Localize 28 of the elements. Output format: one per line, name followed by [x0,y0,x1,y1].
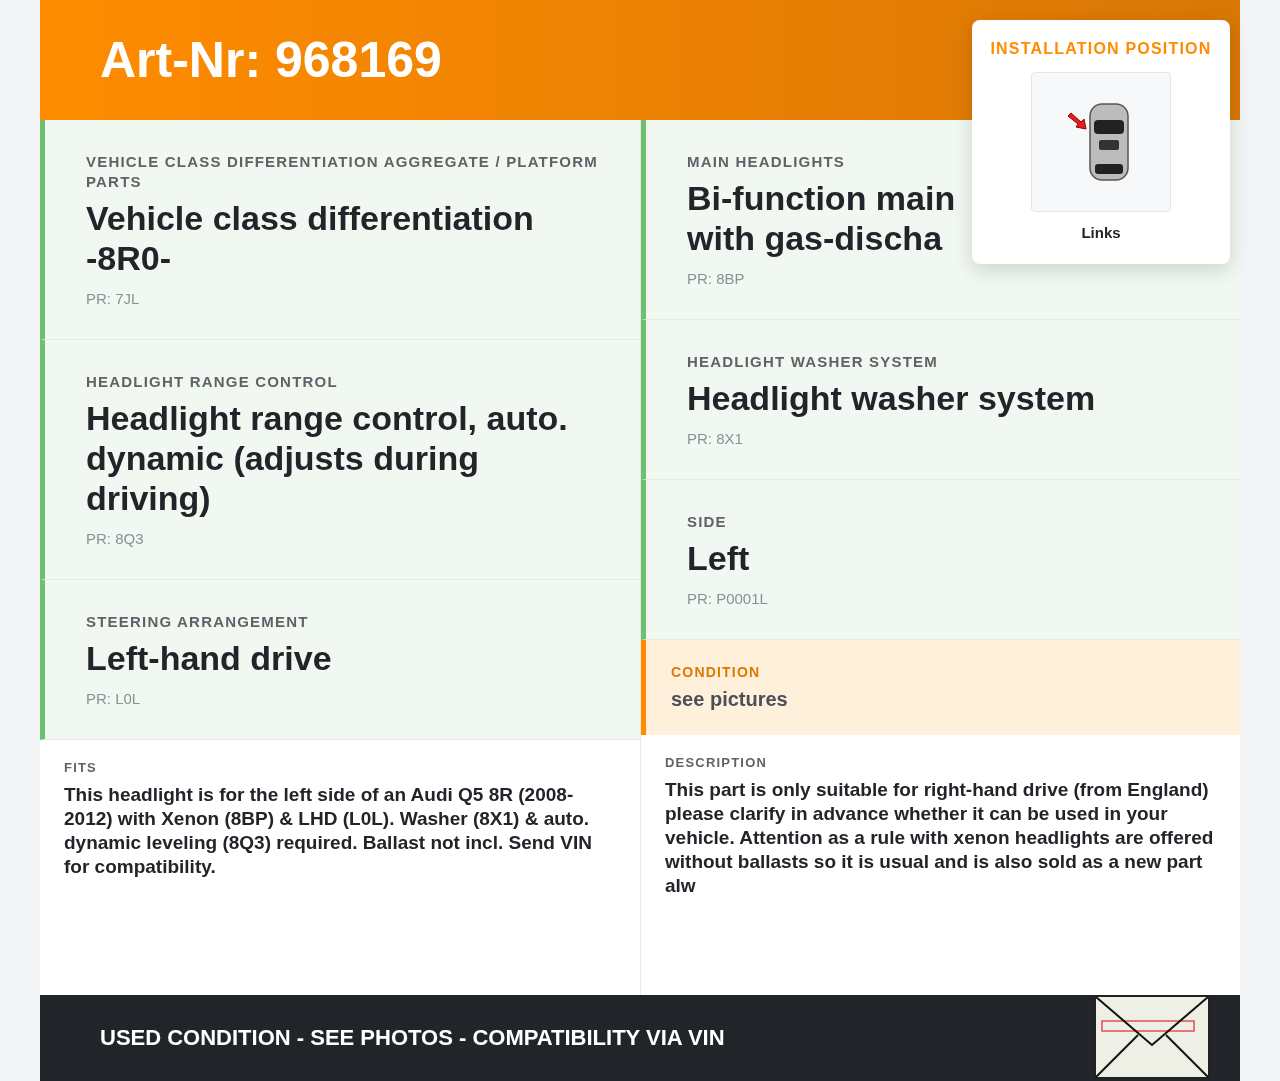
pr-code: PR: P0001L [687,590,769,607]
spec-category: HEADLIGHT WASHER SYSTEM [687,352,939,372]
article-number-title: Art-Nr: 968169 [100,31,442,89]
footer-banner-text: USED CONDITION - SEE PHOTOS - COMPATIBILITY VIA VIN [100,1025,725,1051]
fits-label: FITS [64,760,98,775]
pr-code: PR: 8X1 [687,430,744,447]
spec-category: VEHICLE CLASS DIFFERENTIATION AGGREGATE / PLATFORM PARTS [86,152,599,192]
spec-value: Vehicle class differentiation -8R0- [86,198,535,278]
spec-value: Left [687,538,751,578]
spec-value: Left-hand drive [86,638,333,678]
pr-code: PR: 8Q3 [86,530,145,547]
fits-text: This headlight is for the left side of an Audi Q5 8R (2008-2012) with Xenon (8BP) & LHD (L0L). Washer (8X1) & auto. dynamic leveling (8Q3) required. Ballast not incl. Send VIN for compatibility. [64,783,593,879]
spec-value: Headlight range control, auto. dynamic (adjusts during driving) [86,398,569,518]
pr-code: PR: L0L [86,690,142,707]
position-label: Links [1081,224,1121,241]
description-text: This part is only suitable for right-hand drive (from England) please clarify in advance whether it can be used in your vehicle. Attention as a rule with xenon headlights are offered without ballasts so it is usual and is also sold as a new part alw [665,778,1215,898]
spec-category: STEERING ARRANGEMENT [86,612,310,632]
condition-label: CONDITION [671,664,762,680]
spec-value: Bi-function main with gas-discha [687,178,957,258]
installation-position-heading: INSTALLATION POSITION [990,40,1212,58]
description-label: DESCRIPTION [665,755,769,770]
condition-value: see pictures [671,688,789,711]
pr-code: PR: 8BP [687,270,746,287]
pr-code: PR: 7JL [86,290,141,307]
spec-category: MAIN HEADLIGHTS [687,152,846,172]
spec-category: HEADLIGHT RANGE CONTROL [86,372,339,392]
spec-value: Headlight washer system [687,378,1097,418]
spec-category: SIDE [687,512,728,532]
